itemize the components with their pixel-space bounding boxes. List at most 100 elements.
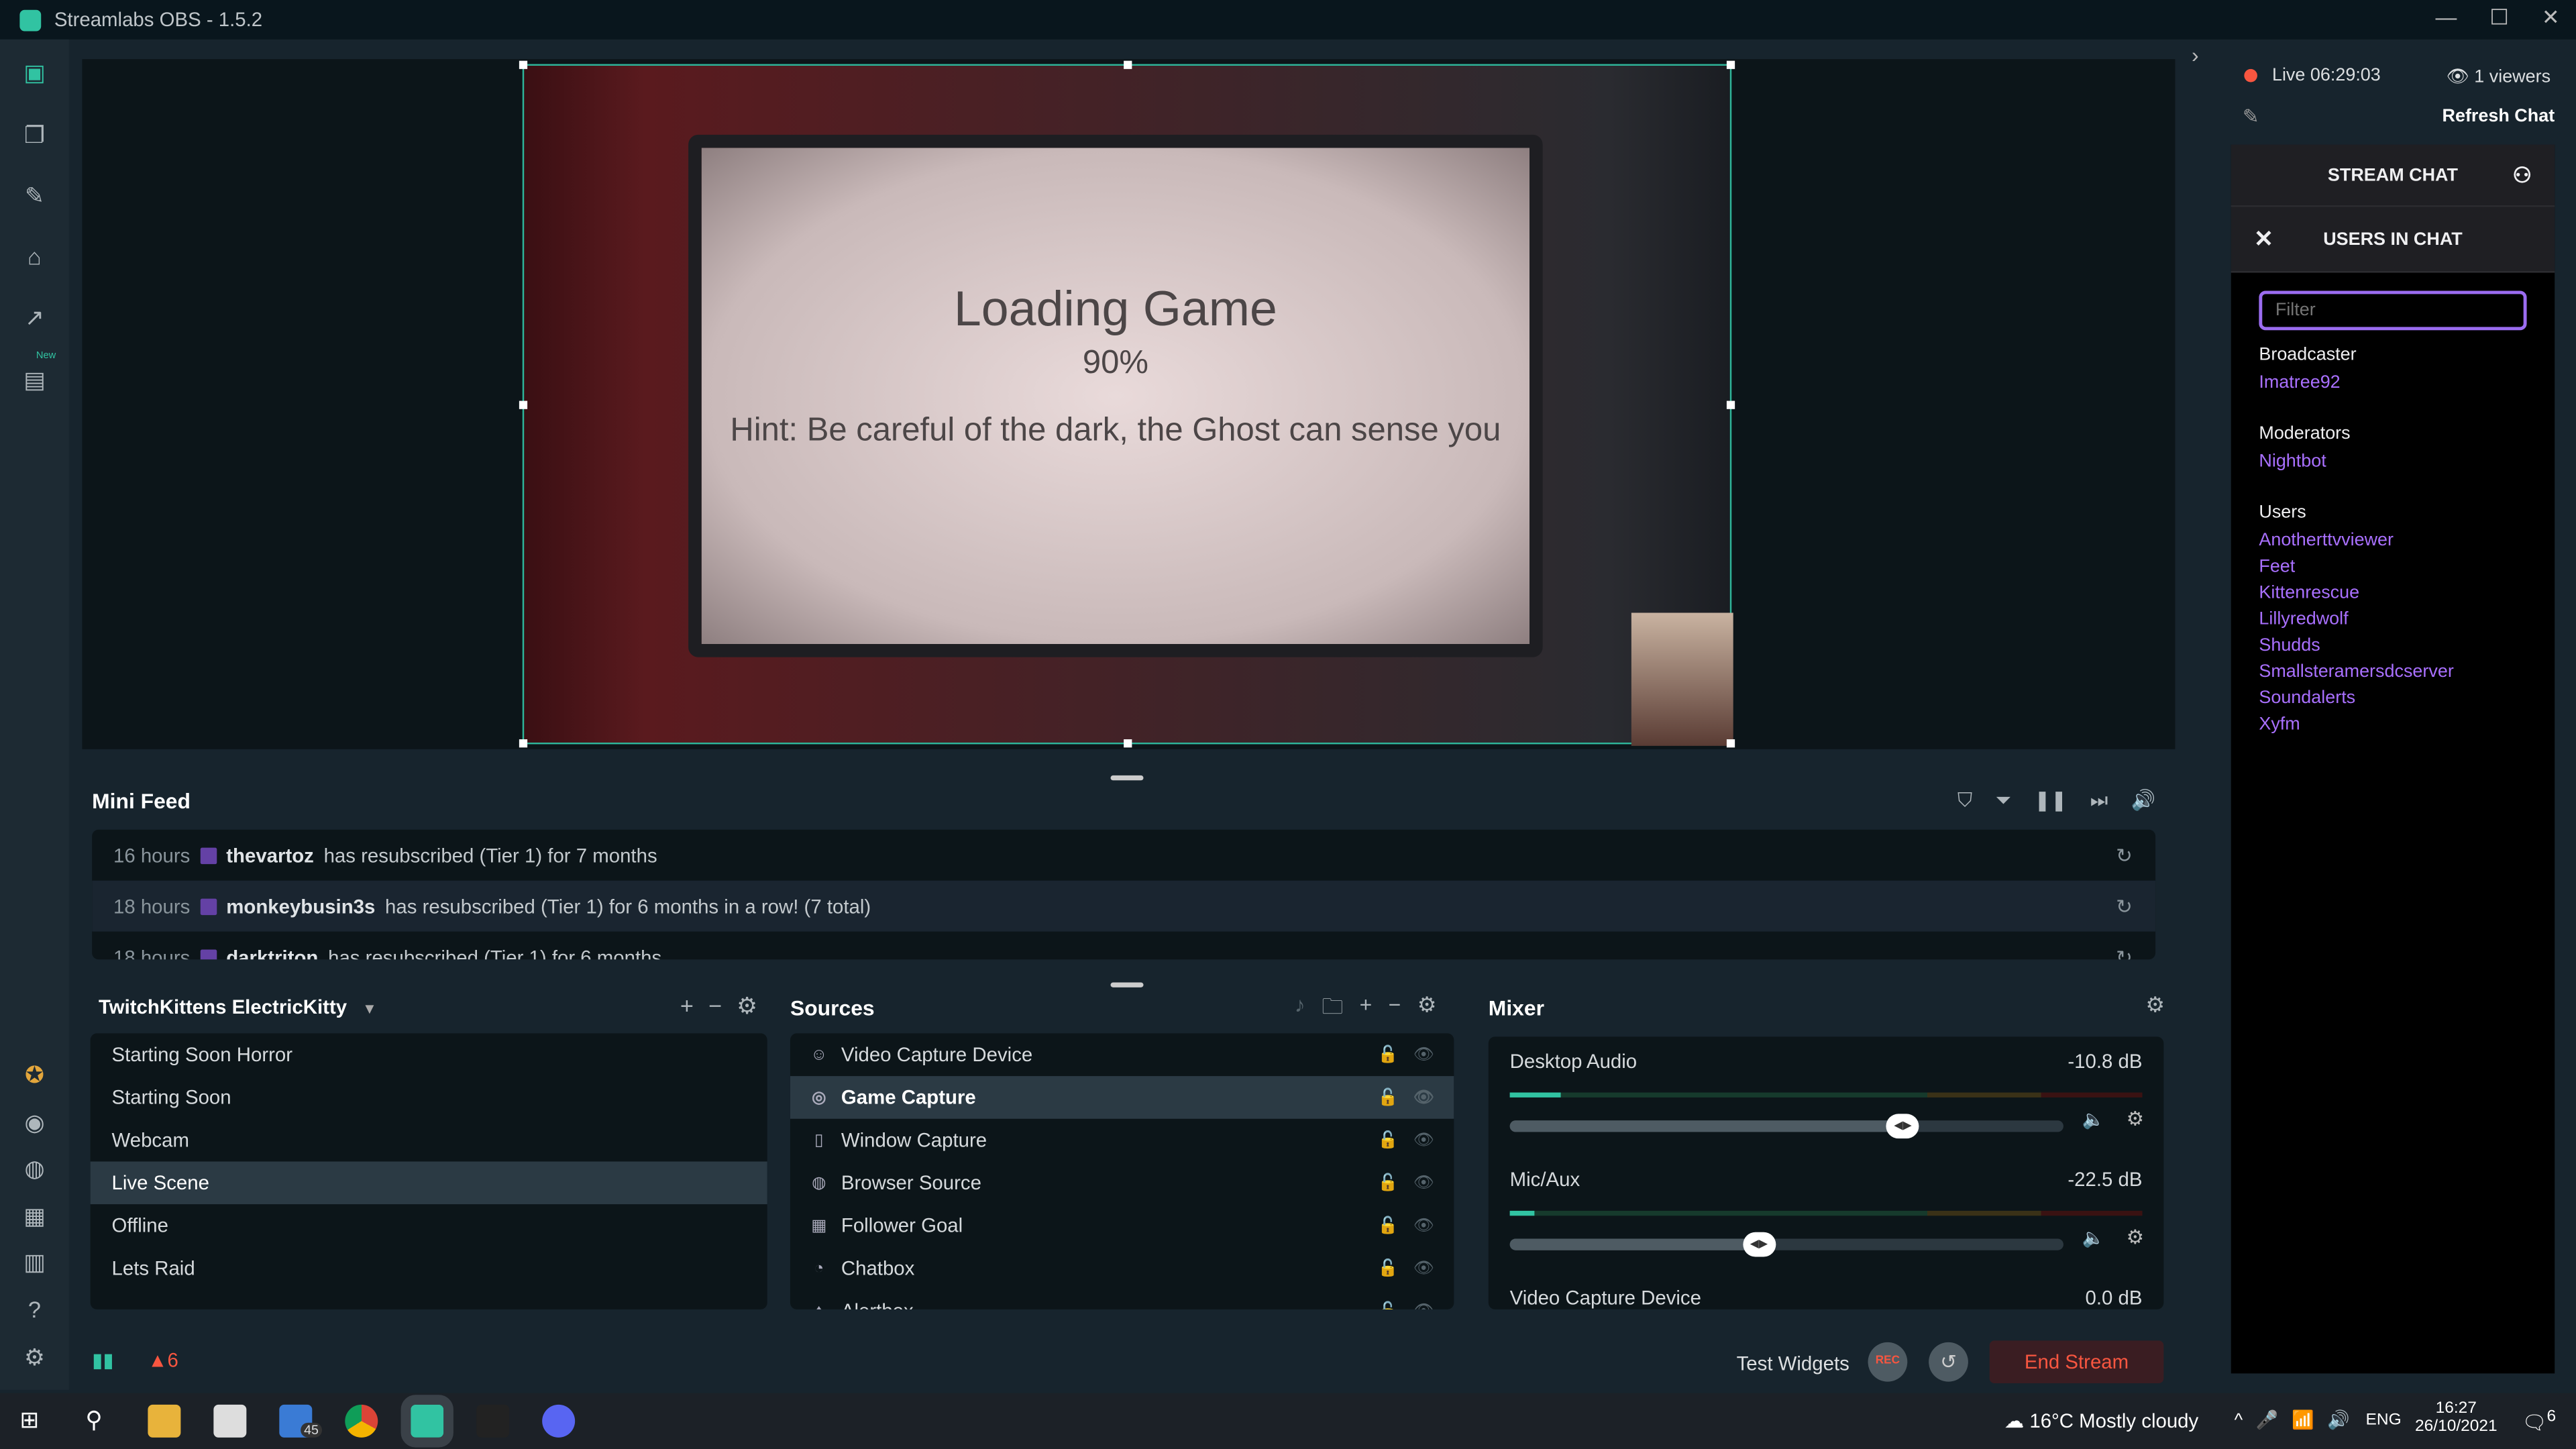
slider-handle[interactable]: ◀▶ xyxy=(1742,1232,1776,1257)
scene-settings-icon[interactable]: ⚙ xyxy=(737,992,757,1020)
end-stream-button[interactable]: End Stream xyxy=(1989,1340,2164,1384)
close-button[interactable]: ✕ xyxy=(2542,5,2560,31)
replay-icon[interactable]: ↻ xyxy=(2116,894,2133,917)
clock[interactable]: 16:27 26/10/2021 xyxy=(2415,1400,2498,1436)
speaker-icon[interactable]: 🔈 xyxy=(2082,1109,2105,1130)
chat-user[interactable]: Soundalerts xyxy=(2259,685,2453,711)
replay-icon[interactable]: ↻ xyxy=(2116,844,2133,867)
settings-icon[interactable]: ⚙ xyxy=(21,1344,48,1370)
remove-scene-button[interactable]: − xyxy=(708,992,722,1020)
source-settings-icon[interactable]: ⚙ xyxy=(1417,992,1437,1028)
channel-settings-icon[interactable]: ⚙ xyxy=(2127,1108,2144,1130)
streamlabs-icon[interactable] xyxy=(400,1395,453,1448)
layout-icon[interactable]: ❐ xyxy=(21,121,48,148)
alert-icon[interactable]: ▲6 xyxy=(148,1349,178,1372)
chat-user[interactable]: Xyfm xyxy=(2259,711,2453,737)
chat-user[interactable]: Nightbot xyxy=(2259,449,2350,475)
tray-icons[interactable]: ^🎤📶🔊 xyxy=(2235,1409,2363,1431)
lock-icon[interactable]: 🔓 xyxy=(1378,1131,1398,1149)
compass-icon[interactable]: ◉ xyxy=(21,1109,48,1135)
lock-icon[interactable]: 🔓 xyxy=(1378,1259,1398,1277)
resize-handle[interactable] xyxy=(1726,400,1735,409)
library-icon[interactable]: ▥ xyxy=(21,1248,48,1275)
store-icon[interactable] xyxy=(213,1404,247,1438)
chat-user[interactable]: Imatree92 xyxy=(2259,370,2356,396)
refresh-chat-button[interactable]: Refresh Chat xyxy=(2443,107,2555,126)
volume-icon[interactable]: 🔊 xyxy=(2131,789,2155,814)
slider-handle[interactable]: ◀▶ xyxy=(1886,1114,1920,1139)
add-source-button[interactable]: + xyxy=(1360,992,1373,1028)
filter-input[interactable] xyxy=(2259,290,2527,331)
source-item[interactable]: ☺ Video Capture Device 🔓 👁 xyxy=(790,1033,1454,1076)
chrome-icon[interactable] xyxy=(345,1404,378,1438)
source-item[interactable]: ♦ Alertbox 🔓 👁 xyxy=(790,1289,1454,1309)
lock-icon[interactable]: 🔓 xyxy=(1378,1216,1398,1234)
discord-icon[interactable] xyxy=(542,1404,576,1438)
highlighter-icon[interactable]: ▤ xyxy=(21,366,48,392)
resize-handle[interactable] xyxy=(1124,739,1132,748)
record-button[interactable]: REC xyxy=(1868,1342,1908,1382)
replay-icon[interactable]: ↻ xyxy=(2116,945,2133,959)
visibility-icon[interactable]: 👁 xyxy=(1413,1216,1434,1234)
visibility-icon[interactable]: 👁 xyxy=(1413,1174,1434,1192)
replay-buffer-button[interactable]: ↺ xyxy=(1929,1342,1968,1382)
maximize-button[interactable]: ☐ xyxy=(2489,5,2509,31)
source-item[interactable]: ◔ Chatbox 🔓 👁 xyxy=(790,1247,1454,1290)
channel-settings-icon[interactable]: ⚙ xyxy=(2127,1226,2144,1248)
test-widgets-button[interactable]: Test Widgets xyxy=(1737,1352,1849,1375)
resize-divider[interactable] xyxy=(1110,982,1144,987)
filter-icon[interactable]: ⏷ xyxy=(1995,789,2011,814)
resize-handle[interactable] xyxy=(519,60,528,69)
chat-user[interactable]: Shudds xyxy=(2259,633,2453,659)
collapse-chat-icon[interactable]: › xyxy=(2192,43,2199,68)
weather-widget[interactable]: ☁ 16°C Mostly cloudy xyxy=(2004,1409,2198,1432)
source-item[interactable]: ▦ Follower Goal 🔓 👁 xyxy=(790,1204,1454,1247)
scene-item[interactable]: Offline xyxy=(91,1204,767,1247)
game-capture-preview[interactable]: Loading Game 90% Hint: Be careful of the… xyxy=(519,60,1735,748)
language-indicator[interactable]: ENG xyxy=(2366,1411,2402,1430)
scene-item[interactable]: Starting Soon Horror xyxy=(91,1033,767,1076)
source-item[interactable]: ▯ Window Capture 🔓 👁 xyxy=(790,1119,1454,1162)
lock-icon[interactable]: 🔓 xyxy=(1378,1174,1398,1192)
source-item[interactable]: ◍ Browser Source 🔓 👁 xyxy=(790,1161,1454,1204)
volume-slider[interactable]: ◀▶ xyxy=(1509,1114,2063,1139)
chat-user[interactable]: Lillyredwolf xyxy=(2259,606,2453,633)
stream-chat-tab[interactable]: STREAM CHAT ⚇ xyxy=(2231,144,2555,207)
lock-icon[interactable]: 🔓 xyxy=(1378,1088,1398,1106)
minimize-button[interactable]: — xyxy=(2435,5,2457,31)
performance-chart-icon[interactable]: ▮▮ xyxy=(92,1349,113,1372)
scene-item[interactable]: Webcam xyxy=(91,1119,767,1162)
apps-icon[interactable]: ▦ xyxy=(21,1203,48,1229)
remove-source-button[interactable]: − xyxy=(1389,992,1401,1028)
notification-icon[interactable]: 🗨6 xyxy=(2522,1408,2556,1434)
close-icon[interactable]: ✕ xyxy=(2254,225,2273,254)
editor-icon[interactable]: ▣ xyxy=(21,59,48,85)
search-icon[interactable]: ⚲ xyxy=(85,1406,102,1434)
source-item[interactable]: ◎ Game Capture 🔓 👁 xyxy=(790,1076,1454,1119)
audio-filter-icon[interactable]: ♪ xyxy=(1295,992,1305,1028)
chat-user[interactable]: Anotherttvviewer xyxy=(2259,527,2453,553)
visibility-icon[interactable]: 👁 xyxy=(1413,1131,1434,1149)
visibility-icon[interactable]: 👁 xyxy=(1413,1302,1434,1309)
visibility-icon[interactable]: 👁 xyxy=(1413,1259,1434,1277)
resize-handle[interactable] xyxy=(1124,60,1132,69)
resize-handle[interactable] xyxy=(1726,739,1735,748)
app-icon[interactable] xyxy=(476,1404,510,1438)
dashboard-chart-icon[interactable]: ↗ xyxy=(21,304,48,330)
themes-icon[interactable]: ✎ xyxy=(21,182,48,209)
mixer-settings-icon[interactable]: ⚙ xyxy=(2145,992,2165,1018)
chat-user[interactable]: Kittenrescue xyxy=(2259,580,2453,606)
skip-icon[interactable]: ⏭ xyxy=(2090,789,2108,814)
lock-icon[interactable]: 🔓 xyxy=(1378,1046,1398,1064)
lock-icon[interactable]: 🔓 xyxy=(1378,1302,1398,1309)
scene-item[interactable]: Live Scene xyxy=(90,1161,767,1205)
store-icon[interactable]: ⌂ xyxy=(21,243,48,269)
visibility-icon[interactable]: 👁 xyxy=(1413,1046,1434,1064)
speaker-icon[interactable]: 🔈 xyxy=(2082,1227,2105,1248)
scene-item[interactable]: Lets Raid xyxy=(91,1247,767,1290)
resize-handle[interactable] xyxy=(519,739,528,748)
add-scene-button[interactable]: + xyxy=(680,992,694,1020)
volume-slider[interactable]: ◀▶ xyxy=(1509,1232,2063,1257)
chat-bubble-icon[interactable]: ◍ xyxy=(21,1155,48,1181)
scene-item[interactable]: Starting Soon xyxy=(91,1076,767,1119)
